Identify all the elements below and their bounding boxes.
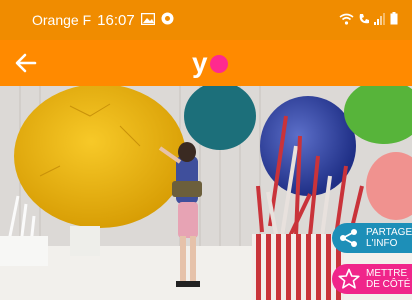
share-label-line1: PARTAGER (366, 227, 412, 238)
share-label-line2: L'INFO (366, 238, 398, 249)
app-logo: y (192, 46, 242, 80)
save-label: METTRE DE CÔTÉ (366, 268, 410, 290)
logo-dot (210, 55, 228, 73)
save-label-line2: DE CÔTÉ (366, 279, 411, 290)
chrome-icon (161, 12, 174, 28)
app-bar: y (0, 40, 412, 86)
arrow-left-icon (15, 53, 37, 73)
share-icon (338, 227, 360, 249)
star-icon (338, 268, 360, 290)
logo-letter: y (192, 47, 208, 78)
clock: 16:07 (97, 11, 135, 29)
signal-icon (374, 12, 386, 28)
status-bar: Orange F 16:07 (0, 0, 412, 40)
back-button[interactable] (12, 50, 40, 76)
save-for-later-button[interactable]: METTRE DE CÔTÉ (332, 264, 412, 294)
share-label: PARTAGER L'INFO (366, 227, 412, 249)
status-left: Orange F 16:07 (32, 12, 174, 29)
share-button[interactable]: PARTAGER L'INFO (332, 223, 412, 253)
call-icon (358, 13, 370, 28)
battery-icon (390, 12, 398, 28)
status-right (339, 12, 398, 28)
wifi-icon (339, 13, 354, 28)
gallery-icon (140, 12, 155, 28)
carrier-name: Orange F (32, 12, 92, 28)
save-label-line1: METTRE (366, 268, 408, 279)
